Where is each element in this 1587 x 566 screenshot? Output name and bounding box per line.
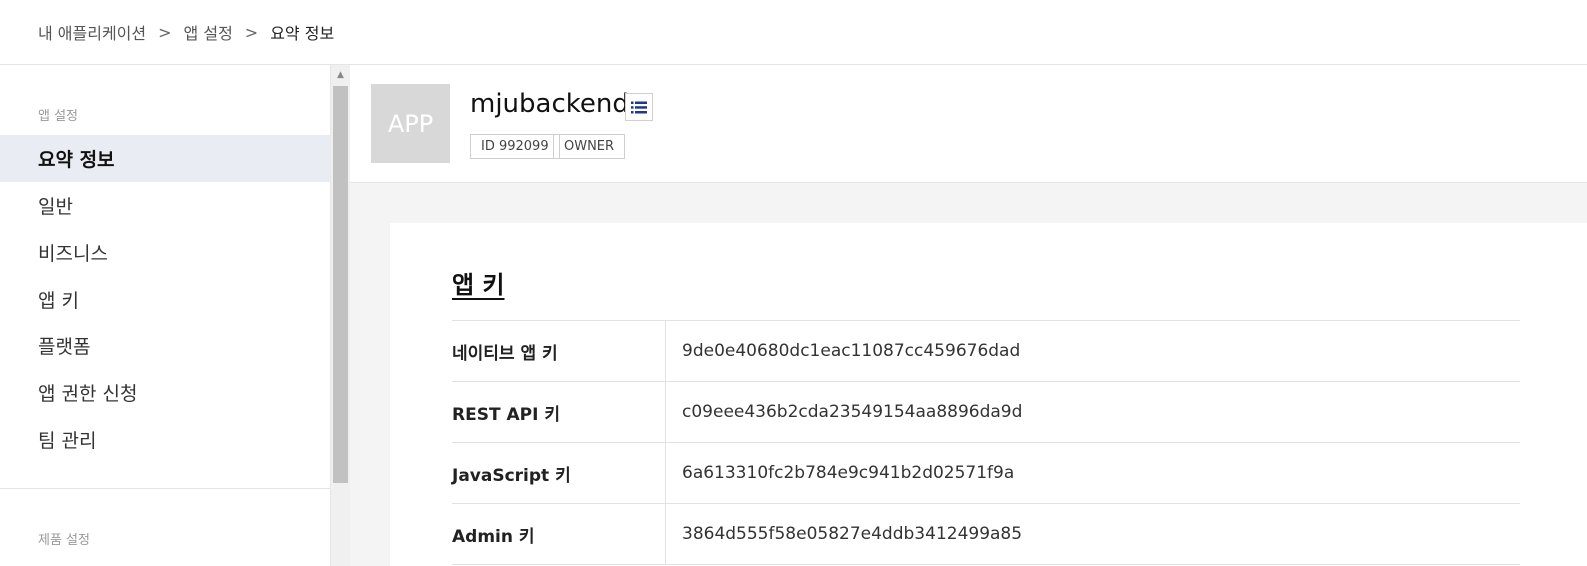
breadcrumb-my-apps[interactable]: 내 애플리케이션	[38, 20, 146, 44]
app-keys-card: 앱 키 네이티브 앱 키 9de0e40680dc1eac11087cc4596…	[390, 223, 1587, 566]
key-label: JavaScript 키	[452, 443, 666, 503]
table-row: REST API 키 c09eee436b2cda23549154aa8896d…	[452, 382, 1520, 443]
sidebar-item-app-keys[interactable]: 앱 키	[0, 276, 330, 323]
table-row: 네이티브 앱 키 9de0e40680dc1eac11087cc459676da…	[452, 321, 1520, 382]
sidebar-item-team[interactable]: 팀 관리	[0, 416, 330, 463]
key-label: 네이티브 앱 키	[452, 321, 666, 381]
key-value: 6a613310fc2b784e9c941b2d02571f9a	[682, 463, 1015, 483]
sidebar-item-general[interactable]: 일반	[0, 182, 330, 229]
list-icon	[631, 101, 647, 113]
app-menu-button[interactable]	[625, 93, 653, 121]
app-icon: APP	[371, 84, 450, 163]
app-name: mjubackend	[470, 89, 629, 119]
key-label: Admin 키	[452, 504, 666, 564]
key-value: 3864d555f58e05827e4ddb3412499a85	[682, 524, 1023, 544]
scroll-thumb[interactable]	[333, 86, 348, 483]
sidebar-item-permissions[interactable]: 앱 권한 신청	[0, 369, 330, 416]
app-keys-title: 앱 키	[452, 271, 505, 299]
sidebar-scrollbar[interactable]: ▲	[331, 65, 350, 566]
table-row: JavaScript 키 6a613310fc2b784e9c941b2d025…	[452, 443, 1520, 504]
app-header: APP mjubackend ID 992099 OWNER	[350, 65, 1587, 183]
sidebar-item-business[interactable]: 비즈니스	[0, 229, 330, 276]
sidebar-item-platform[interactable]: 플랫폼	[0, 322, 330, 369]
key-value: 9de0e40680dc1eac11087cc459676dad	[682, 341, 1021, 361]
sidebar: 앱 설정 요약 정보 일반 비즈니스 앱 키 플랫폼 앱 권한 신청 팀 관리 …	[0, 65, 331, 566]
key-value: c09eee436b2cda23549154aa8896da9d	[682, 402, 1023, 422]
breadcrumb-separator: >	[244, 22, 259, 42]
app-role-tag: OWNER	[553, 134, 626, 159]
app-id-tag: ID 992099	[470, 134, 560, 159]
breadcrumb-app-settings[interactable]: 앱 설정	[184, 20, 233, 44]
app-keys-table: 네이티브 앱 키 9de0e40680dc1eac11087cc459676da…	[452, 320, 1520, 565]
sidebar-item-summary[interactable]: 요약 정보	[0, 135, 330, 182]
breadcrumb-separator: >	[158, 22, 172, 42]
sidebar-section-title: 앱 설정	[38, 109, 79, 124]
breadcrumb-current: 요약 정보	[270, 24, 335, 43]
scroll-up-arrow-icon[interactable]: ▲	[331, 65, 350, 85]
key-label: REST API 키	[452, 382, 666, 442]
main-content: APP mjubackend ID 992099 OWNER 앱 키 네이티브 …	[350, 65, 1587, 566]
sidebar-divider	[0, 488, 330, 489]
table-row: Admin 키 3864d555f58e05827e4ddb3412499a85	[452, 504, 1520, 565]
sidebar-section-title-products: 제품 설정	[38, 533, 90, 548]
breadcrumb: 내 애플리케이션 > 앱 설정 > 요약 정보	[0, 0, 1587, 65]
